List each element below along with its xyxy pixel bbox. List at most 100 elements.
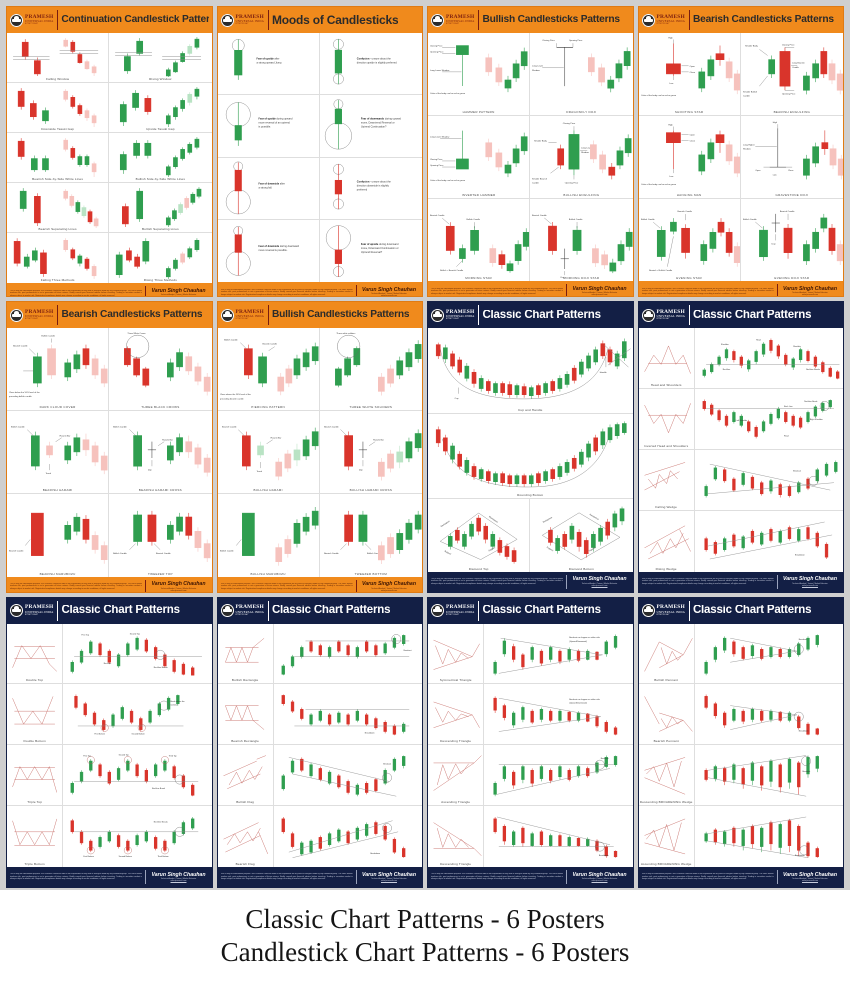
pattern-schematic[interactable]: Double Top: [7, 623, 64, 685]
pattern-cell[interactable]: Breakdown: [694, 684, 843, 746]
pattern-cell[interactable]: Falling Window: [7, 33, 110, 84]
mood-cell[interactable]: Confusion - unsure about the direction d…: [319, 158, 422, 221]
pattern-cell[interactable]: Neckline Breaks First Bottom Second Bott…: [63, 806, 211, 867]
pattern-cell[interactable]: Breakout: [273, 624, 422, 685]
pattern-schematic[interactable]: Bullish Flag: [217, 745, 274, 807]
pattern-cell[interactable]: Rounding Bottom: [428, 414, 633, 500]
poster-classic-chart-patterns-3[interactable]: PRAMESH UNIVERSAL INDIA 8790721847 Class…: [6, 596, 213, 888]
pattern-cell[interactable]: Rising Three Methods: [109, 233, 211, 283]
pattern-cell[interactable]: Bearish Separating Lines: [7, 183, 110, 234]
pattern-schematic[interactable]: Triple Top: [7, 745, 64, 807]
pattern-schematic[interactable]: Ascending Triangle: [428, 745, 485, 807]
pattern-cell[interactable]: First Top Second Top Third Top Neckline …: [63, 745, 212, 807]
pattern-cell[interactable]: Bullish Candle Bearish Candle TWEEZER TO…: [109, 494, 211, 577]
pattern-schematic[interactable]: Double Bottom: [7, 684, 64, 746]
pattern-cell[interactable]: Breakdown: [484, 806, 632, 867]
pattern-cell[interactable]: Resistance Support Resistance Support Di…: [530, 499, 632, 572]
pattern-cell[interactable]: Bearish Candle BEARISH MARUBOZU: [7, 493, 110, 577]
poster-classic-chart-patterns-2[interactable]: PRAMESH UNIVERSAL INDIA 8790721847 Class…: [637, 301, 844, 593]
pattern-cell[interactable]: High Open Close Low Color of the body ca…: [638, 115, 741, 199]
pattern-schematic[interactable]: Bullish Pennant: [638, 623, 695, 685]
pattern-cell[interactable]: Closing Price Opening Price Long Lower Sh…: [530, 33, 633, 116]
pattern-schematic[interactable]: Bearish Pennant: [638, 684, 695, 746]
pattern-cell[interactable]: Breakout: [484, 745, 633, 807]
poster-bullish-candlesticks-patterns[interactable]: PRAMESH UNIVERSAL INDIA 8790721847 Bulli…: [427, 6, 634, 298]
pattern-cell[interactable]: Breakout: [273, 745, 422, 807]
pattern-schematic[interactable]: Bearish Flag: [218, 806, 274, 867]
pattern-cell[interactable]: Breakdown: [273, 684, 422, 746]
poster-classic-chart-patterns-5[interactable]: PRAMESH UNIVERSAL INDIA 8790721847 Class…: [427, 596, 634, 888]
pattern-cell[interactable]: High Long Higher Shadow Open Close Low GR…: [740, 116, 843, 199]
poster-classic-chart-patterns-6[interactable]: PRAMESH UNIVERSAL INDIA 8790721847 Class…: [637, 596, 844, 888]
pattern-cell[interactable]: Bullish Candle Harami Bar Trend BEARISH …: [7, 411, 110, 494]
poster-bearish-candlesticks-patterns-2[interactable]: PRAMESH UNIVERSAL INDIA 8790721847 Beari…: [6, 301, 213, 593]
pattern-cell[interactable]: First Top Second Top Neckline Neckline B…: [63, 624, 212, 685]
pattern-cell[interactable]: Resistance Support Resistance Support Di…: [428, 499, 531, 572]
pattern-schematic[interactable]: Symmetrical Triangle: [428, 623, 485, 685]
pattern-cell[interactable]: Bullish Candle Bearish Candle Close abov…: [217, 328, 320, 412]
mood-cell[interactable]: Fear of upside after a strong upward Jum…: [217, 33, 320, 96]
mood-cell[interactable]: Fear of downwards during upward move, Do…: [319, 95, 422, 158]
pattern-cell[interactable]: Falling Three Methods: [7, 233, 110, 284]
pattern-schematic[interactable]: Bullish Rectangle: [217, 623, 274, 685]
poster-classic-chart-patterns-4[interactable]: PRAMESH UNIVERSAL INDIA 8790721847 Class…: [216, 596, 423, 888]
pattern-cell[interactable]: Downside Tasuki Gap: [7, 83, 110, 134]
pattern-cell[interactable]: Break above the neckline First Bottom Sec…: [63, 684, 212, 746]
pattern-cell[interactable]: Bearish Side-by-Side White Lines: [7, 133, 110, 184]
pattern-cell[interactable]: Breakout: [694, 624, 843, 685]
pattern-cell[interactable]: Cup Handle Cup and Handle: [428, 328, 633, 414]
pattern-cell[interactable]: Breakout can happen on either side (Upwa…: [484, 624, 633, 685]
pattern-schematic[interactable]: Triple Bottom: [7, 806, 64, 867]
pattern-cell[interactable]: Rising Window: [109, 33, 212, 84]
pattern-cell[interactable]: Breakdown: [695, 806, 843, 867]
pattern-cell[interactable]: Bearish Candle Harami Bar Trend BULLISH …: [217, 411, 320, 494]
pattern-schematic[interactable]: Head and Shoulders: [638, 328, 695, 390]
brand-logo: PRAMESH UNIVERSAL INDIA 8790721847: [10, 13, 56, 27]
mood-cell[interactable]: Fear of upside during upward move revers…: [217, 95, 320, 158]
pattern-cell[interactable]: Bearish Candle Bullish Candle Bullish + …: [428, 198, 531, 282]
mood-cell[interactable]: Fear of downside after a strong fall.: [217, 157, 320, 221]
pattern-cell[interactable]: Closing Price Smaller Body Long Lower Sha…: [530, 116, 633, 199]
poster-moods-of-candlesticks[interactable]: PRAMESH UNIVERSAL INDIA 8790721847 Moods…: [216, 6, 423, 298]
pattern-cell[interactable]: High Open Close Low Color of the body ca…: [638, 33, 741, 116]
pattern-cell[interactable]: Smaller Body Closing Price Long Bearish C…: [740, 33, 843, 116]
pattern-schematic[interactable]: Ascending BROADENING Wedge: [639, 806, 695, 867]
pattern-schematic[interactable]: Descending Triangle: [428, 684, 485, 746]
pattern-cell[interactable]: Bullish Candle Bearish Candle Doji EVENI…: [741, 199, 843, 282]
pattern-cell[interactable]: Three White Crows THREE BLACK CROWS: [109, 328, 212, 412]
pattern-cell[interactable]: Closing Price Opening Price Long Lower S…: [428, 33, 531, 116]
pattern-cell[interactable]: Bullish Separating Lines: [109, 183, 212, 234]
poster-bullish-candlesticks-patterns-2[interactable]: PRAMESH UNIVERSAL INDIA 8790721847 Bulli…: [216, 301, 423, 593]
mood-cell[interactable]: Fear of upside during downward move, Dow…: [320, 220, 422, 282]
mood-cell[interactable]: Confusion - unsure about the direction u…: [319, 33, 422, 96]
pattern-cell[interactable]: Bearish Candle Bullish Candle Close belo…: [7, 328, 110, 412]
poster-classic-chart-patterns-1[interactable]: PRAMESH UNIVERSAL INDIA 8790721847 Class…: [427, 301, 634, 593]
pattern-schematic[interactable]: Inverted Head and Shoulders: [638, 389, 695, 450]
pattern-cell[interactable]: Breakdown: [695, 511, 843, 572]
pattern-cell[interactable]: Upside Tasuki Gap: [109, 83, 212, 134]
pattern-cell[interactable]: Head Shoulder Shoulder Neckline Neckline…: [694, 328, 843, 390]
pattern-cell[interactable]: Neck Line Neckline Break Left Shoulder R…: [694, 389, 843, 450]
pattern-cell[interactable]: Breakout can happen on either side (Upwa…: [484, 684, 633, 746]
pattern-cell[interactable]: Bearish Candle Bullish Candle Doji MORNI…: [530, 199, 633, 282]
pattern-schematic[interactable]: Bearish Rectangle: [217, 684, 274, 746]
pattern-schematic[interactable]: Falling Wedge: [638, 449, 695, 511]
pattern-schematic[interactable]: Rising Wedge: [639, 510, 695, 572]
pattern-cell[interactable]: Breakdown: [274, 806, 422, 867]
pattern-cell[interactable]: Bullish Candle Bearish Candle Bearish + …: [639, 198, 741, 282]
svg-text:Opening Price: Opening Price: [430, 165, 444, 167]
pattern-cell[interactable]: Long Lower Shadow Closing Price Opening …: [428, 115, 531, 199]
poster-continuation-candlestick-patterns[interactable]: PRAMESH UNIVERSAL INDIA 8790721847 Conti…: [6, 6, 213, 298]
poster-bearish-candlesticks-patterns-1[interactable]: PRAMESH UNIVERSAL INDIA 8790721847 Beari…: [637, 6, 844, 298]
pattern-cell[interactable]: Bullish Candle BULLISH MARUBOZU: [218, 493, 320, 577]
pattern-cell[interactable]: Bearish Candle Harami Bar Doji BULLISH H…: [319, 411, 422, 494]
pattern-cell[interactable]: Bearish Candle Bullish Candle TWEEZER BO…: [320, 494, 422, 577]
pattern-cell[interactable]: Breakout: [694, 450, 843, 511]
pattern-cell[interactable]: Breakout: [694, 745, 843, 807]
pattern-schematic[interactable]: Descending BROADENING Wedge: [638, 745, 695, 807]
pattern-cell[interactable]: Three white soldiers THREE WHITE SOLDIER…: [319, 328, 422, 412]
mood-cell[interactable]: Fear of downside during downward move re…: [218, 220, 320, 283]
pattern-cell[interactable]: Bullish Candle Harami Bar Doji BEARISH H…: [109, 411, 212, 494]
pattern-cell[interactable]: Bullish Side-by-Side White Lines: [109, 133, 212, 184]
pattern-schematic[interactable]: Descending Triangle: [428, 806, 485, 867]
